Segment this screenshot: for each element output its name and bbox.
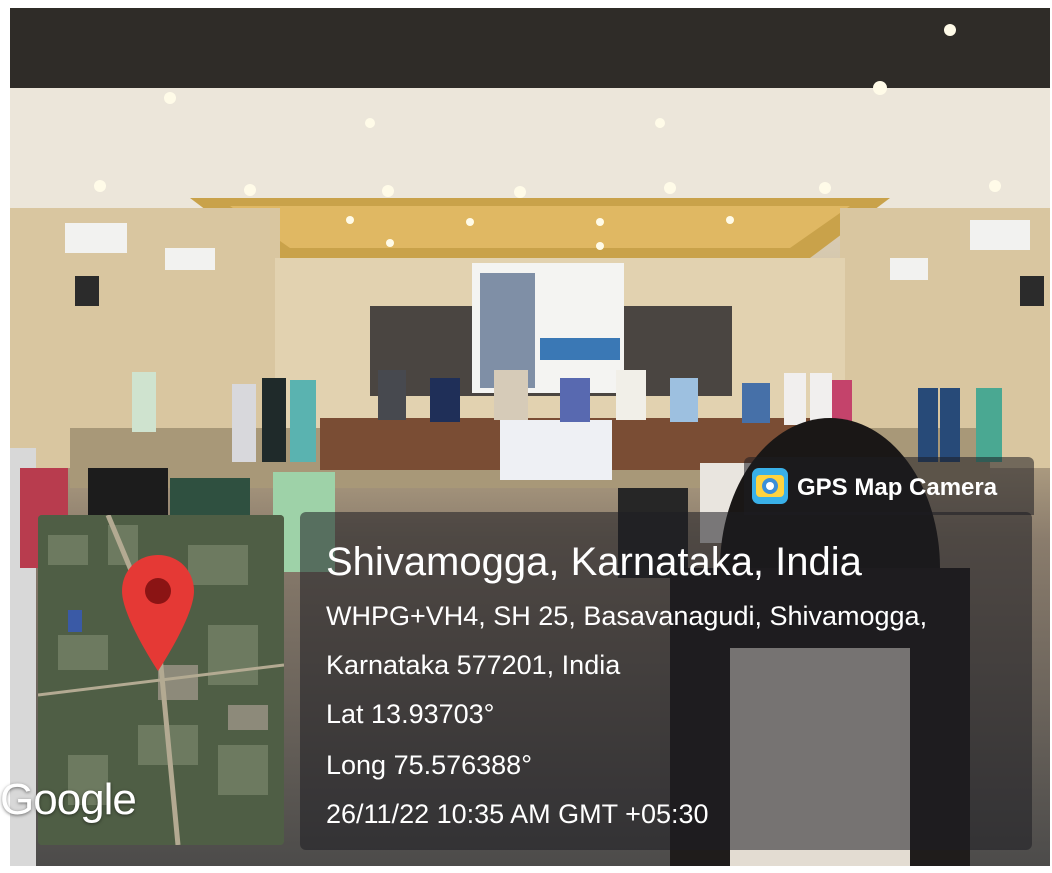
longitude-text: Long 75.576388° xyxy=(326,750,532,780)
camera-map-icon xyxy=(752,468,788,504)
address-line-1: WHPG+VH4, SH 25, Basavanagudi, Shivamogg… xyxy=(326,601,928,631)
address-line-2: Karnataka 577201, India xyxy=(326,650,621,680)
location-pin-icon xyxy=(122,555,194,671)
latitude-text: Lat 13.93703° xyxy=(326,699,495,729)
location-title: Shivamogga, Karnataka, India xyxy=(326,540,862,584)
google-logo: Google xyxy=(0,775,137,824)
timestamp-text: 26/11/22 10:35 AM GMT +05:30 xyxy=(326,799,709,829)
gps-app-name: GPS Map Camera xyxy=(797,474,998,501)
